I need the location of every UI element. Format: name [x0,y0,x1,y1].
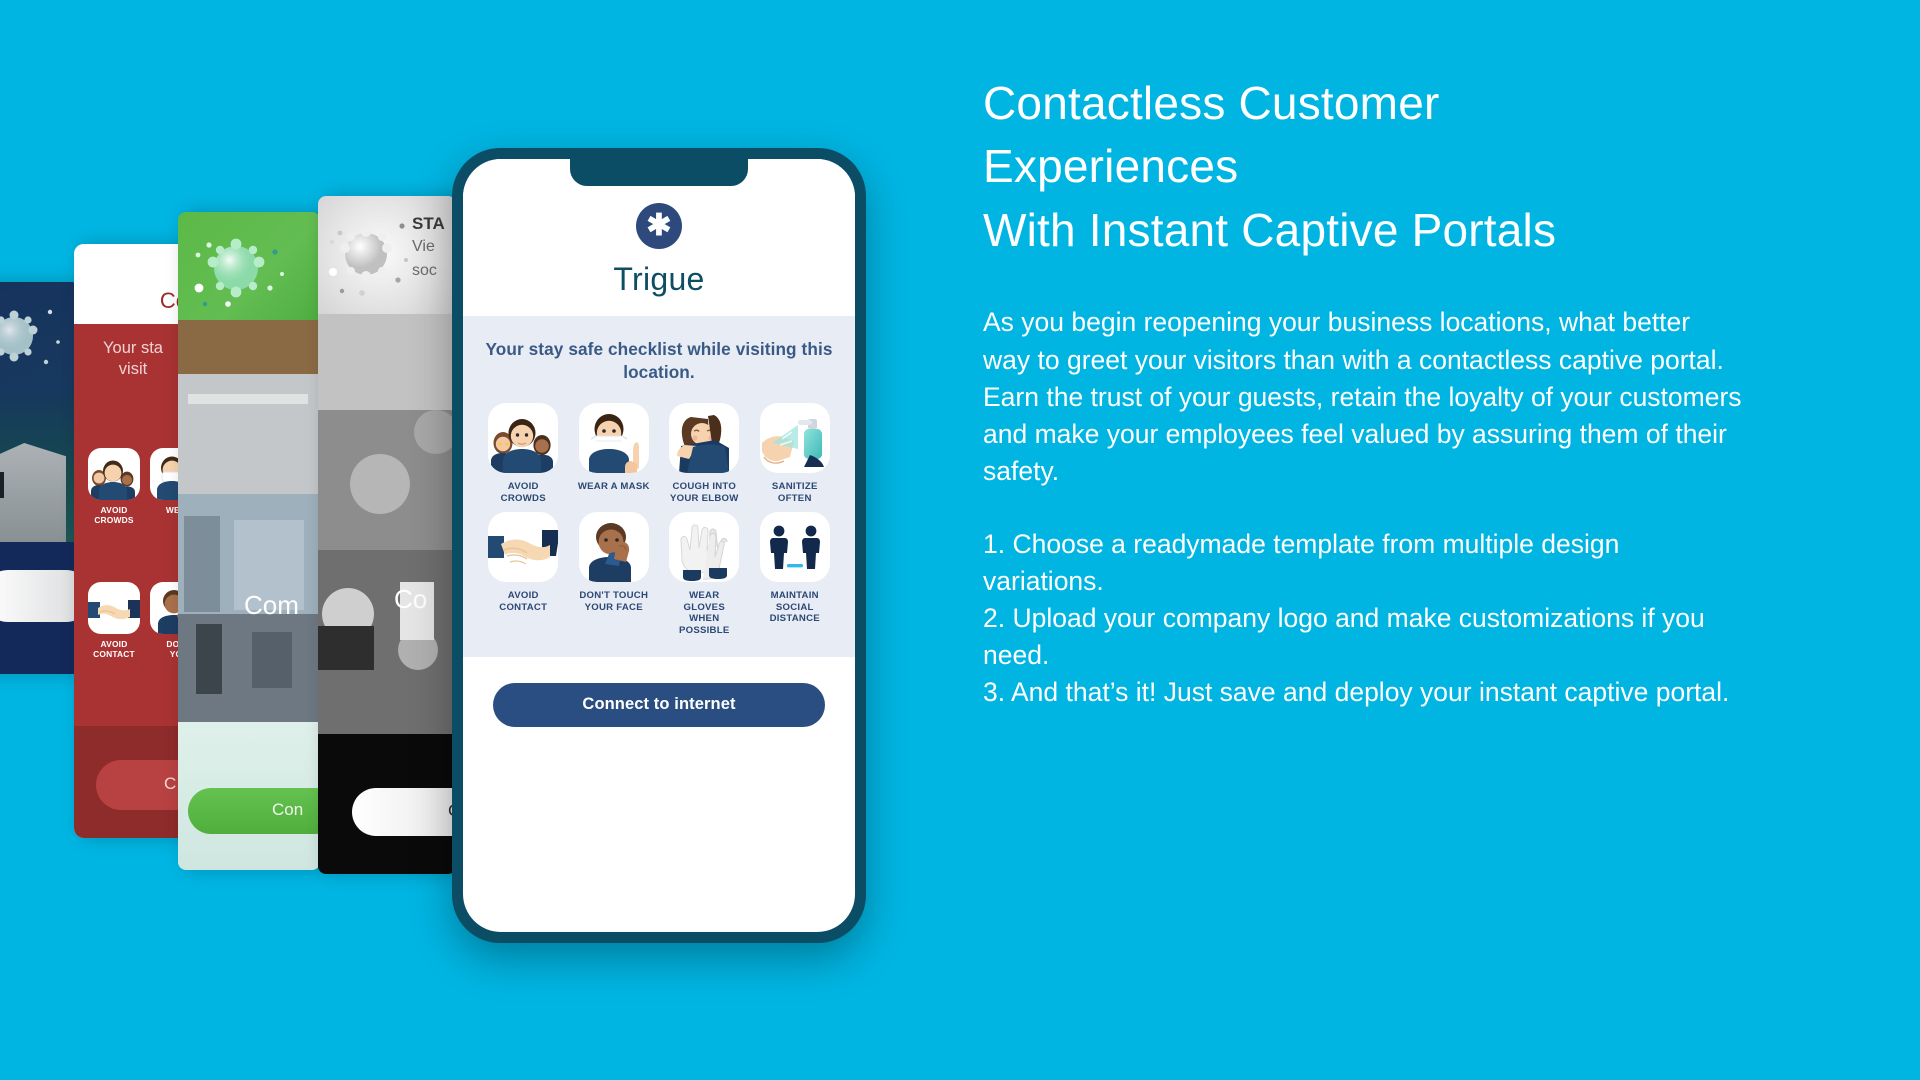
virus-illustration-navy [0,309,60,365]
checklist-item[interactable]: MAINTAIN SOCIAL DISTANCE [753,511,838,637]
sanitize-often-icon [761,419,824,468]
red-subtitle: Your sta visit [103,339,163,378]
page-title: Contactless Customer Experiences With In… [983,77,1557,256]
green-title-fragment: Com [244,590,299,620]
step-item-1: 1. Choose a readymade template from mult… [983,528,1620,596]
step-item-3: 3. And that’s it! Just save and deploy y… [983,677,1730,708]
tile-avoid-crowds [488,403,559,474]
tile-cough-into-elbow [669,403,740,474]
red-tile-label: AVOID CROWDS [94,505,134,526]
avoid-crowds-icon [91,460,135,500]
avoid-contact-icon [488,529,559,565]
phone-screen: ✱ Trigue Your stay safe checklist while … [463,159,855,932]
green-virus-header [178,212,320,320]
asterisk-icon: ✱ [646,209,672,242]
checklist-label: DON'T TOUCH YOUR FACE [579,589,649,613]
wear-a-mask-icon [588,414,639,474]
grey-virus-header: STA Vie soc [318,196,456,314]
green-connect-button[interactable]: Con [188,788,320,834]
red-tile-label: AVOID CONTACT [93,639,135,660]
red-header: Co [74,244,192,324]
navy-connect-button[interactable] [0,570,82,622]
navy-virus-header [0,282,82,394]
cough-into-elbow-icon [677,415,730,474]
tile-avoid-contact [488,511,559,582]
checklist-label: AVOID CROWDS [500,481,546,505]
avoid-contact-icon [88,600,140,620]
checklist-label: WEAR GLOVES WHEN POSSIBLE [678,589,730,636]
background-phone-navy[interactable] [0,282,82,674]
dont-touch-face-icon [588,522,631,582]
tile-sanitize-often [759,403,830,474]
tile-social-distance [759,511,830,582]
tile-dont-touch-face [578,511,649,582]
social-distance-icon [769,525,820,569]
tile-wear-a-mask [578,403,649,474]
checklist-label: COUGH INTO YOUR ELBOW [669,481,739,505]
background-phone-red[interactable]: Co Your sta visit AVOID CROWDS WEA AVOID… [74,244,192,838]
red-tile-avoid-crowds[interactable]: AVOID CROWDS [88,448,140,525]
discoball-photo-illustration [318,314,456,734]
connect-to-internet-button[interactable]: Connect to internet [493,682,825,727]
grey-connect-button[interactable]: C [352,788,456,836]
grey-line2-fragment: Vie [412,238,435,255]
tile-wear-gloves [669,511,740,582]
checklist-label: SANITIZE OFTEN [771,481,818,505]
checklist-item[interactable]: WEAR A MASK [572,403,657,504]
phone-notch [570,159,748,186]
marketing-body: As you begin reopening your business loc… [983,307,1742,486]
marketing-copy: Contactless Customer Experiences With In… [983,72,1743,711]
steps-list: 1. Choose a readymade template from mult… [983,526,1743,711]
brand-name: Trigue [613,261,705,297]
checklist-item[interactable]: SANITIZE OFTEN [753,403,838,504]
cafe-photo-illustration [178,320,320,722]
checklist-grid: AVOID CROWDS WEAR A MASK COUGH INTO YOUR… [481,403,837,636]
virus-illustration-green [194,238,284,307]
portal-footer: Connect to internet [463,656,855,727]
checklist-title: Your stay safe checklist while visiting … [485,339,833,382]
slide-canvas: Co Your sta visit AVOID CROWDS WEA AVOID… [0,0,1920,1080]
checklist-item[interactable]: AVOID CROWDS [481,403,566,504]
step-item-2: 2. Upload your company logo and make cus… [983,603,1705,671]
checklist-label: WEAR A MASK [577,481,650,493]
checklist-item[interactable]: DON'T TOUCH YOUR FACE [572,511,657,637]
background-phone-grey[interactable]: STA Vie soc Co [318,196,456,874]
checklist-item[interactable]: AVOID CONTACT [481,511,566,637]
wear-gloves-icon [680,524,728,581]
red-tile-avoid-contact[interactable]: AVOID CONTACT [88,582,140,659]
checklist-label: MAINTAIN SOCIAL DISTANCE [769,589,820,625]
main-phone-mockup: ✱ Trigue Your stay safe checklist while … [452,148,866,943]
red-checklist-panel: Your sta visit AVOID CROWDS WEA AVOID CO… [74,324,192,726]
checklist-item[interactable]: COUGH INTO YOUR ELBOW [662,403,747,504]
background-phone-green[interactable]: Com Con [178,212,320,870]
grey-heading-fragment: STA [412,214,445,233]
checklist-item[interactable]: WEAR GLOVES WHEN POSSIBLE [662,511,747,637]
avoid-crowds-icon [491,419,554,474]
grey-photo [318,314,456,734]
checklist-label: AVOID CONTACT [499,589,548,613]
grey-line3-fragment: soc [412,262,437,279]
grey-title-fragment: Co [394,584,428,614]
green-photo [178,320,320,722]
checklist-panel: Your stay safe checklist while visiting … [463,316,855,657]
brand-logo: ✱ [636,203,682,249]
